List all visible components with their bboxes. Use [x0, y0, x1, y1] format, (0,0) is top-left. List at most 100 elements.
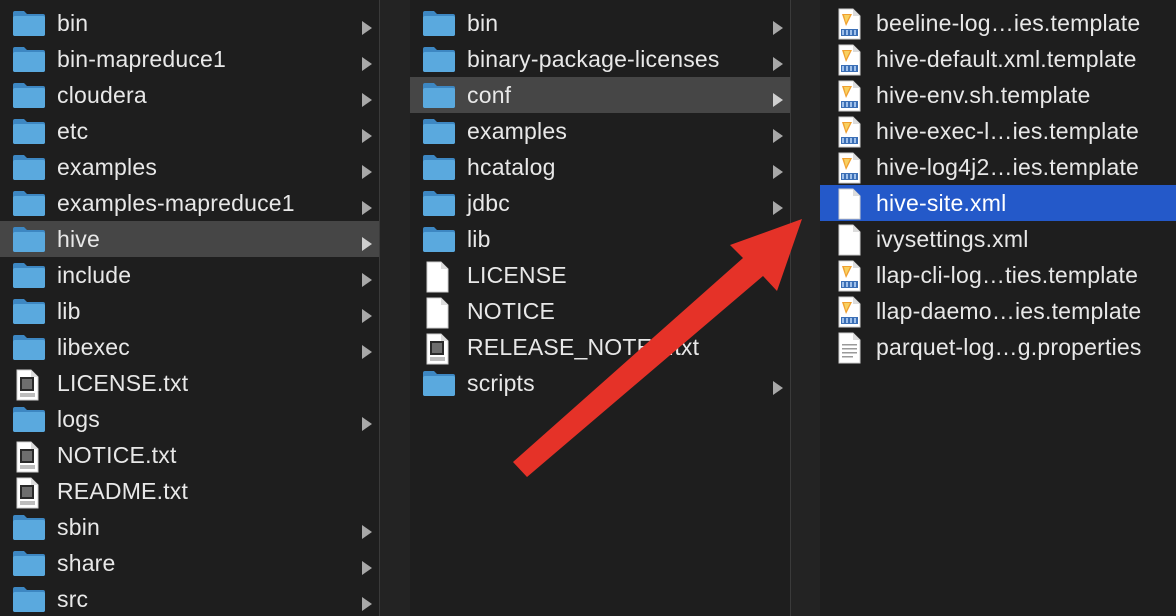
item-name: parquet-log…g.properties: [876, 334, 1142, 360]
file-item[interactable]: hive-exec-l…ies.template: [820, 113, 1176, 149]
chevron-right-icon: [772, 159, 784, 179]
folder-item[interactable]: cloudera: [0, 77, 379, 113]
template-document-icon: [834, 44, 864, 76]
file-item[interactable]: hive-log4j2…ies.template: [820, 149, 1176, 185]
folder-icon: [12, 81, 46, 109]
column-divider[interactable]: [379, 0, 380, 616]
item-name: lib: [467, 226, 491, 252]
folder-item[interactable]: binary-package-licenses: [410, 41, 790, 77]
folder-icon: [12, 585, 46, 613]
folder-icon: [422, 45, 456, 73]
file-item[interactable]: ivysettings.xml: [820, 221, 1176, 257]
item-name: share: [57, 550, 116, 576]
item-name: NOTICE: [467, 298, 556, 324]
chevron-right-icon: [772, 51, 784, 71]
item-name: hcatalog: [467, 154, 556, 180]
chevron-right-icon: [772, 195, 784, 215]
text-document-icon: [422, 333, 456, 365]
column-divider[interactable]: [790, 0, 791, 616]
template-document-icon: [834, 8, 864, 40]
file-item[interactable]: RELEASE_NOTES.txt: [410, 329, 790, 365]
item-name: hive-log4j2…ies.template: [876, 154, 1140, 180]
file-item[interactable]: LICENSE: [410, 257, 790, 293]
folder-icon: [12, 297, 46, 325]
chevron-right-icon: [361, 519, 373, 539]
item-name: jdbc: [467, 190, 510, 216]
item-name: README.txt: [57, 478, 189, 504]
item-name: bin-mapreduce1: [57, 46, 227, 72]
item-name: scripts: [467, 370, 535, 396]
item-name: hive-site.xml: [876, 190, 1007, 216]
file-item[interactable]: LICENSE.txt: [0, 365, 379, 401]
file-item[interactable]: llap-daemo…ies.template: [820, 293, 1176, 329]
file-item[interactable]: NOTICE.txt: [0, 437, 379, 473]
folder-item[interactable]: jdbc: [410, 185, 790, 221]
folder-icon: [422, 225, 456, 253]
item-name: LICENSE.txt: [57, 370, 189, 396]
column-2[interactable]: bin binary-package-licenses conf example…: [410, 0, 790, 616]
folder-icon: [12, 549, 46, 577]
file-item[interactable]: parquet-log…g.properties: [820, 329, 1176, 365]
folder-item[interactable]: hive: [0, 221, 379, 257]
folder-icon: [422, 153, 456, 181]
chevron-right-icon: [361, 195, 373, 215]
template-document-icon: [834, 80, 864, 112]
folder-icon: [12, 513, 46, 541]
item-name: hive-default.xml.template: [876, 46, 1137, 72]
folder-item[interactable]: share: [0, 545, 379, 581]
folder-item[interactable]: src: [0, 581, 379, 616]
item-name: NOTICE.txt: [57, 442, 177, 468]
item-name: cloudera: [57, 82, 147, 108]
folder-item[interactable]: lib: [0, 293, 379, 329]
folder-item[interactable]: conf: [410, 77, 790, 113]
folder-item[interactable]: libexec: [0, 329, 379, 365]
text-document-icon: [12, 477, 46, 509]
folder-item[interactable]: etc: [0, 113, 379, 149]
folder-item[interactable]: bin: [410, 5, 790, 41]
file-item[interactable]: README.txt: [0, 473, 379, 509]
folder-item[interactable]: logs: [0, 401, 379, 437]
item-name: LICENSE: [467, 262, 567, 288]
chevron-right-icon: [361, 123, 373, 143]
folder-item[interactable]: lib: [410, 221, 790, 257]
document-icon: [422, 261, 456, 293]
template-document-icon: [834, 260, 864, 292]
item-name: bin: [57, 10, 89, 36]
item-name: libexec: [57, 334, 130, 360]
folder-item[interactable]: examples-mapreduce1: [0, 185, 379, 221]
folder-item[interactable]: hcatalog: [410, 149, 790, 185]
file-item[interactable]: llap-cli-log…ties.template: [820, 257, 1176, 293]
file-item[interactable]: hive-default.xml.template: [820, 41, 1176, 77]
chevron-right-icon: [361, 411, 373, 431]
folder-icon: [12, 117, 46, 145]
folder-item[interactable]: examples: [410, 113, 790, 149]
item-name: sbin: [57, 514, 100, 540]
folder-item[interactable]: bin: [0, 5, 379, 41]
folder-item[interactable]: scripts: [410, 365, 790, 401]
item-name: beeline-log…ies.template: [876, 10, 1141, 36]
document-icon: [834, 188, 864, 220]
item-name: conf: [467, 82, 512, 108]
folder-item[interactable]: include: [0, 257, 379, 293]
folder-item[interactable]: sbin: [0, 509, 379, 545]
column-gap: [790, 0, 820, 616]
file-item[interactable]: hive-env.sh.template: [820, 77, 1176, 113]
folder-icon: [422, 9, 456, 37]
column-1[interactable]: bin bin-mapreduce1 cloudera etc examples…: [0, 0, 379, 616]
item-name: include: [57, 262, 132, 288]
chevron-right-icon: [772, 123, 784, 143]
text-document-icon: [12, 441, 46, 473]
folder-icon: [12, 153, 46, 181]
item-name: ivysettings.xml: [876, 226, 1029, 252]
text-document-icon: [12, 369, 46, 401]
file-item[interactable]: NOTICE: [410, 293, 790, 329]
file-item[interactable]: beeline-log…ies.template: [820, 5, 1176, 41]
item-name: hive-env.sh.template: [876, 82, 1091, 108]
column-3[interactable]: beeline-log…ies.template hive-default.xm…: [820, 0, 1176, 616]
folder-item[interactable]: bin-mapreduce1: [0, 41, 379, 77]
item-name: hive: [57, 226, 100, 252]
folder-icon: [422, 117, 456, 145]
file-item[interactable]: hive-site.xml: [820, 185, 1176, 221]
folder-icon: [422, 369, 456, 397]
folder-item[interactable]: examples: [0, 149, 379, 185]
